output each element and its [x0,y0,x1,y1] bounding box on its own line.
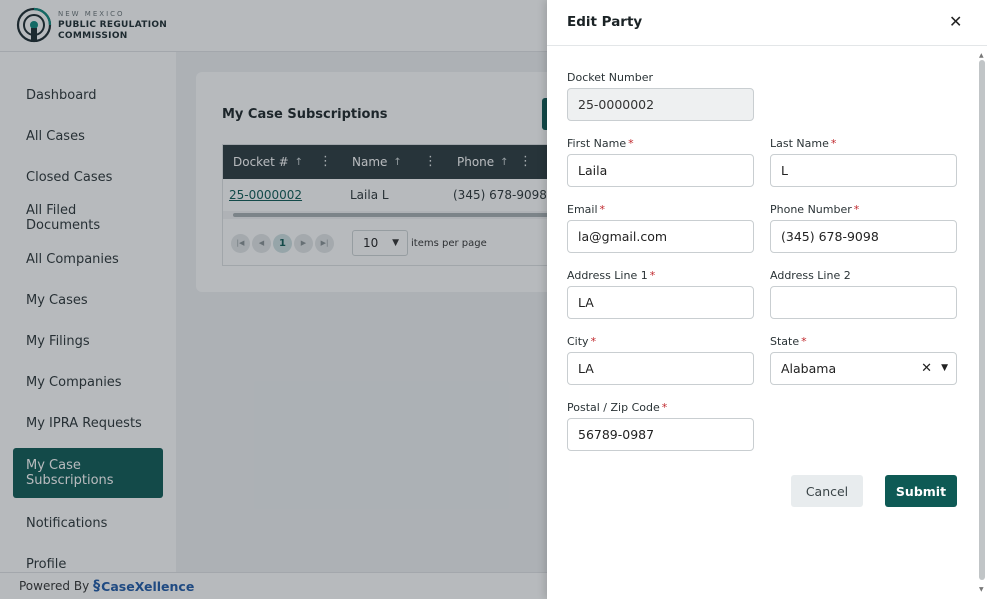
address-line-2-label: Address Line 2 [770,269,851,282]
modal-overlay[interactable] [0,0,547,599]
docket-number-label: Docket Number [567,71,653,84]
close-icon[interactable]: ✕ [949,12,962,31]
first-name-label: First Name * [567,137,634,150]
last-name-field[interactable] [770,154,957,187]
cancel-button[interactable]: Cancel [791,475,863,507]
chevron-down-icon[interactable]: ▼ [941,363,948,373]
state-label: State * [770,335,807,348]
phone-number-label: Phone Number * [770,203,860,216]
edit-party-drawer: Edit Party ✕ Docket Number First Name* L… [547,0,987,599]
zip-code-label: Postal / Zip Code * [567,401,668,414]
vertical-scrollbar[interactable]: ▲ ▼ [977,46,987,599]
docket-number-field [567,88,754,121]
phone-number-field[interactable] [770,220,957,253]
state-value: Alabama [781,361,837,376]
city-field[interactable] [567,352,754,385]
drawer-header: Edit Party ✕ [547,0,987,46]
zip-code-field[interactable] [567,418,754,451]
last-name-label: Last Name * [770,137,837,150]
scroll-down-icon[interactable]: ▼ [979,586,984,593]
address-line-1-label: Address Line 1 * [567,269,656,282]
address-line-1-field[interactable] [567,286,754,319]
drawer-title: Edit Party [567,14,643,30]
state-select[interactable]: Alabama ✕ ▼ [770,352,957,385]
city-label: City * [567,335,597,348]
scrollbar-thumb[interactable] [979,60,985,580]
submit-button[interactable]: Submit [885,475,957,507]
email-label: Email * [567,203,606,216]
clear-icon[interactable]: ✕ [921,361,932,376]
first-name-field[interactable] [567,154,754,187]
address-line-2-field[interactable] [770,286,957,319]
scroll-up-icon[interactable]: ▲ [979,52,984,59]
email-field[interactable] [567,220,754,253]
